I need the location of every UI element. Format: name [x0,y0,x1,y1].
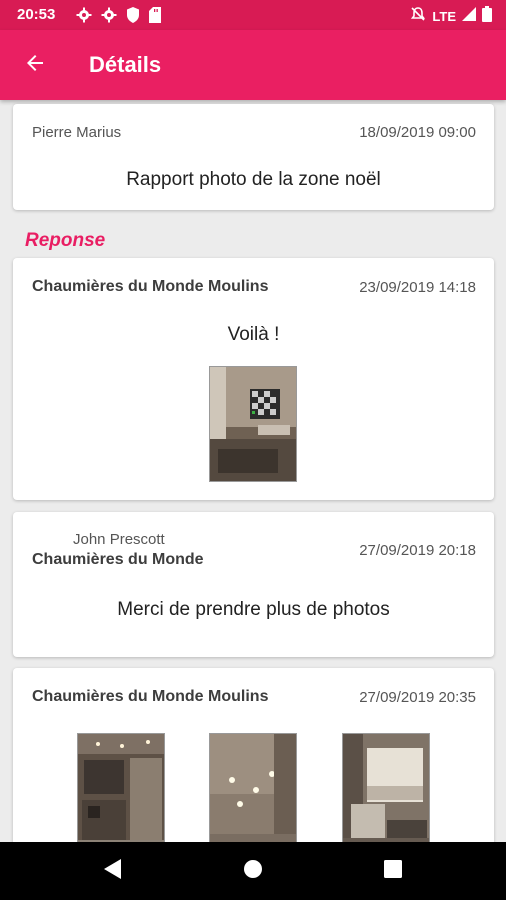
photo-thumbnail[interactable] [209,733,297,858]
app-bar: Détails [0,30,506,100]
shield-icon [126,7,140,28]
response-card: Chaumières du Monde Moulins 27/09/2019 2… [13,668,494,858]
response-date: 27/09/2019 20:18 [359,542,476,559]
response-author: John Prescott [73,531,165,548]
navigation-bar [0,842,506,900]
mute-icon [410,6,426,27]
request-author: Pierre Marius [32,124,122,141]
nav-back-button[interactable] [100,858,126,884]
response-card: Chaumières du Monde Moulins 23/09/2019 1… [13,258,494,500]
status-bar: 20:53 LTE [0,0,506,30]
arrow-left-icon [23,51,47,80]
request-date: 18/09/2019 09:00 [359,124,476,141]
signal-icon [462,7,476,26]
home-circle-icon [242,858,264,885]
nav-recents-button[interactable] [380,858,406,884]
recents-square-icon [383,859,403,884]
request-message: Rapport photo de la zone noël [126,169,381,190]
response-date: 27/09/2019 20:35 [359,689,476,706]
back-triangle-icon [103,858,123,885]
response-message: Voilà ! [227,324,280,345]
request-card: Pierre Marius 18/09/2019 09:00 Rapport p… [13,104,494,210]
response-company: Chaumières du Monde Moulins [32,278,269,295]
settings-icon [76,7,92,28]
photo-thumbnail[interactable] [342,733,430,858]
response-message: Merci de prendre plus de photos [117,599,390,620]
back-button[interactable] [20,50,50,80]
response-card: John Prescott Chaumières du Monde 27/09/… [13,512,494,657]
network-type: LTE [432,9,456,24]
sd-card-icon [149,7,161,28]
photo-thumbnail[interactable] [209,366,297,482]
response-company: Chaumières du Monde Moulins [32,688,269,705]
app-screen: 20:53 LTE Détails Pierre Marius 18/09/20… [0,0,506,900]
responses-heading: Reponse [25,230,106,251]
nav-home-button[interactable] [240,858,266,884]
response-company: Chaumières du Monde [32,551,204,568]
response-date: 23/09/2019 14:18 [359,279,476,296]
battery-icon [482,6,492,27]
page-title: Détails [89,52,162,77]
settings-icon [101,7,117,28]
photo-thumbnail[interactable] [77,733,165,858]
status-time: 20:53 [17,6,56,23]
